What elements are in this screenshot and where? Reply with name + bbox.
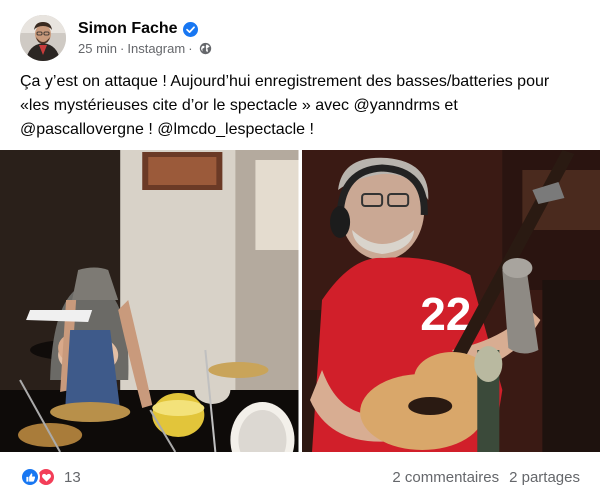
post-time[interactable]: 25 min bbox=[78, 41, 117, 56]
post-subline: 25 min · Instagram · bbox=[78, 41, 212, 56]
shares-link[interactable]: 2 partages bbox=[509, 469, 580, 486]
post-card: Simon Fache 25 min · Instagram · Ça y’es… bbox=[0, 0, 600, 500]
thumbs-up-glyph bbox=[25, 472, 35, 482]
photo-bassist[interactable]: 22 bbox=[301, 150, 600, 452]
like-reaction-icon bbox=[20, 467, 40, 487]
post-header: Simon Fache 25 min · Instagram · bbox=[20, 12, 212, 64]
avatar-image bbox=[20, 15, 66, 61]
bassist-photo-image: 22 bbox=[301, 150, 600, 452]
name-row: Simon Fache bbox=[78, 20, 212, 38]
reaction-count: 13 bbox=[64, 468, 81, 486]
post-text: Ça y’est on attaque ! Aujourd’hui enregi… bbox=[20, 73, 550, 138]
drummer-photo-image bbox=[0, 150, 299, 452]
photo-drummer[interactable] bbox=[0, 150, 299, 452]
separator-dot-2: · bbox=[188, 41, 193, 56]
photo-grid: 22 bbox=[0, 150, 600, 452]
author-avatar[interactable] bbox=[20, 15, 66, 61]
reactions-summary[interactable]: 13 bbox=[20, 467, 81, 487]
globe-icon[interactable] bbox=[199, 42, 212, 55]
post-footer: 13 2 commentaires 2 partages bbox=[20, 460, 580, 494]
post-source: Instagram bbox=[127, 41, 186, 56]
heart-glyph bbox=[41, 473, 51, 482]
comments-link[interactable]: 2 commentaires bbox=[392, 469, 499, 486]
author-name[interactable]: Simon Fache bbox=[78, 20, 178, 38]
post-meta: Simon Fache 25 min · Instagram · bbox=[78, 20, 212, 56]
separator-dot: · bbox=[120, 41, 125, 56]
engagement-stats: 2 commentaires 2 partages bbox=[392, 469, 580, 486]
verified-badge-icon bbox=[182, 21, 198, 37]
